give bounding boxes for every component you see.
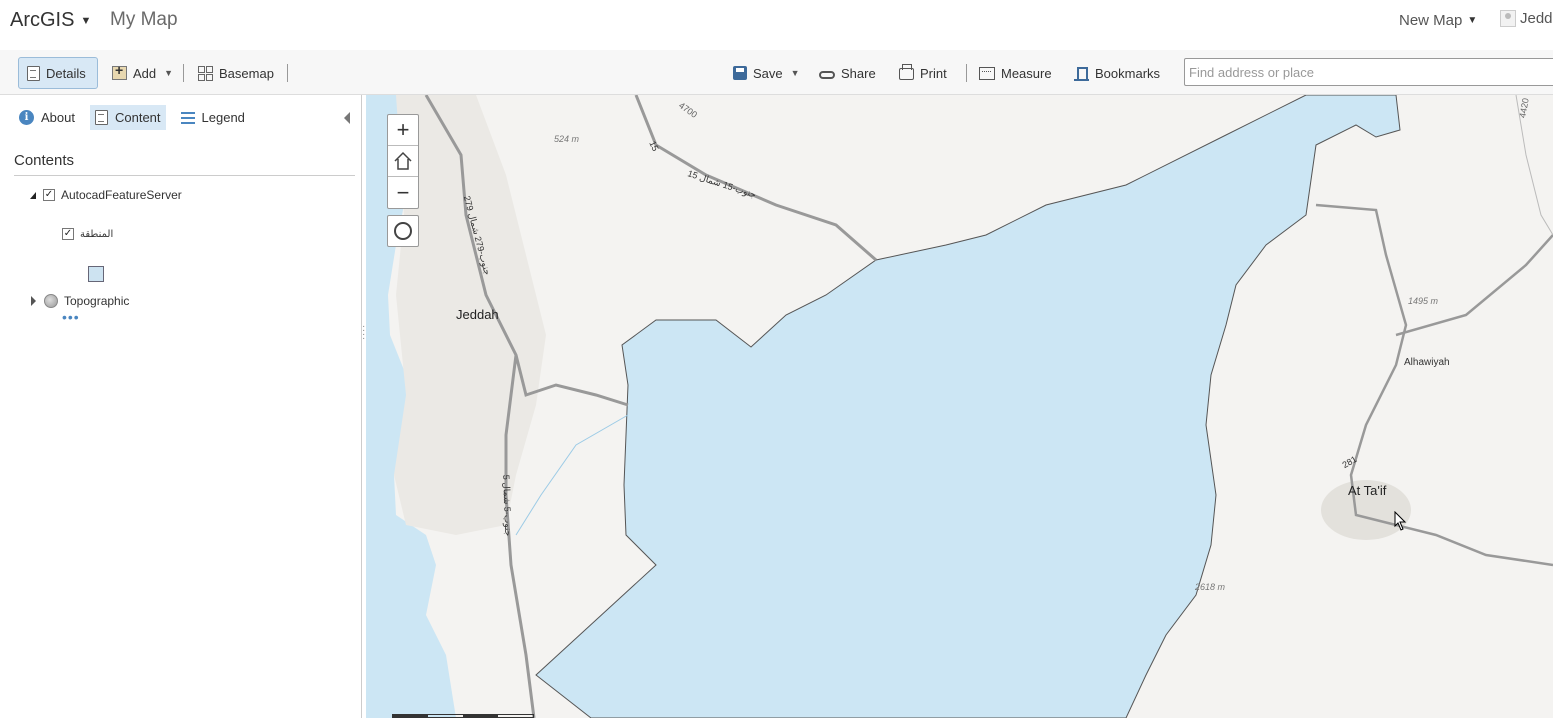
caret-down-icon: ▼ (164, 68, 174, 78)
home-icon (394, 151, 412, 170)
measure-label: Measure (1001, 65, 1052, 81)
tab-content[interactable]: Content (89, 105, 166, 130)
tab-legend-label: Legend (201, 110, 245, 125)
tab-about-label: About (41, 110, 75, 125)
layer-name: Topographic (64, 294, 130, 308)
locate-crosshair-icon (394, 222, 412, 240)
details-label: Details (46, 65, 86, 81)
tab-legend[interactable]: Legend (176, 105, 250, 130)
top-header: ArcGIS ▼ My Map New Map ▼ Jedd (0, 0, 1553, 50)
share-label: Share (841, 65, 876, 81)
basemap-grid-icon (198, 65, 213, 81)
toolbar-divider (183, 64, 184, 82)
link-icon (819, 71, 835, 79)
basemap-button[interactable]: Basemap (190, 57, 282, 89)
user-name: Jedd (1520, 10, 1553, 27)
info-icon: i (19, 110, 34, 125)
bookmarks-label: Bookmarks (1095, 65, 1161, 81)
basemap-canvas (366, 95, 1553, 718)
region-polygon (535, 95, 1401, 718)
expand-triangle-icon[interactable] (30, 191, 36, 199)
tab-about[interactable]: i About (14, 105, 80, 130)
caret-down-icon: ▼ (1467, 15, 1478, 26)
sublayer-name: المنطقة (80, 228, 114, 240)
legend-swatch (88, 266, 104, 282)
collapse-panel-icon[interactable] (344, 112, 350, 124)
user-menu[interactable]: Jedd (1500, 10, 1553, 27)
document-icon (94, 110, 108, 125)
printer-icon (899, 64, 914, 80)
place-label-jeddah: Jeddah (456, 307, 499, 322)
document-icon (27, 65, 40, 81)
place-label-alhawiyah: Alhawiyah (1404, 357, 1450, 368)
toolbar-divider (966, 64, 967, 82)
zoom-out-button[interactable]: − (388, 177, 418, 208)
list-icon (180, 111, 195, 124)
road-label: 5 جنوب-5 شمال (501, 474, 514, 537)
divider (14, 175, 355, 176)
sublayer-visibility-checkbox[interactable]: ✓ (62, 228, 74, 240)
add-label: Add (133, 65, 157, 81)
add-layer-icon (112, 62, 127, 80)
map-view[interactable]: Jeddah At Ta'if Alhawiyah 524 m 1495 m 2… (366, 95, 1553, 718)
new-map-button[interactable]: New Map ▼ (1399, 12, 1477, 29)
scale-bar (392, 714, 534, 718)
road (634, 95, 877, 262)
panel-tabs: i About Content Legend (14, 105, 250, 130)
save-disk-icon (733, 66, 747, 80)
save-label: Save (753, 65, 783, 81)
new-map-label: New Map (1399, 12, 1463, 29)
share-button[interactable]: Share (811, 57, 884, 89)
basemap-label: Basemap (219, 65, 274, 81)
sublayer-row[interactable]: ✓ المنطقة (62, 228, 113, 240)
details-button[interactable]: Details (18, 57, 98, 89)
layer-row[interactable]: Topographic (31, 294, 129, 308)
ruler-icon (979, 66, 995, 80)
print-label: Print (920, 65, 947, 81)
arcgis-menu[interactable]: ArcGIS ▼ (10, 9, 91, 32)
map-title: My Map (110, 9, 178, 30)
tab-content-label: Content (114, 110, 161, 125)
layer-row[interactable]: ✓ AutocadFeatureServer (30, 188, 182, 202)
home-button[interactable] (388, 146, 418, 177)
caret-down-icon: ▼ (790, 68, 800, 78)
more-options-icon[interactable]: ••• (62, 310, 80, 324)
details-panel: i About Content Legend Contents ✓ Autoca… (0, 95, 362, 718)
print-button[interactable]: Print (891, 57, 955, 89)
locate-button[interactable] (387, 215, 419, 247)
elevation-label: 524 m (554, 134, 580, 144)
bookmarks-button[interactable]: Bookmarks (1066, 57, 1168, 89)
bookmark-icon (1074, 66, 1089, 81)
zoom-controls: + − (387, 114, 419, 209)
toolbar: Details Add ▼ Basemap Save ▼ Share Print… (0, 50, 1553, 95)
zoom-in-button[interactable]: + (388, 115, 418, 146)
stream (515, 414, 629, 536)
expand-triangle-icon[interactable] (31, 296, 36, 306)
layer-visibility-checkbox[interactable]: ✓ (43, 189, 55, 201)
mouse-cursor-icon (1394, 511, 1407, 531)
panel-resize-handle[interactable]: · · · · (362, 322, 365, 344)
layer-name: AutocadFeatureServer (61, 188, 182, 202)
elevation-label: 2618 m (1195, 582, 1226, 592)
basemap-globe-icon (44, 294, 58, 308)
place-label-taif: At Ta'if (1348, 483, 1387, 498)
elevation-label: 1495 m (1408, 296, 1439, 306)
toolbar-divider (287, 64, 288, 82)
search-input[interactable] (1184, 58, 1553, 86)
road (1395, 234, 1553, 337)
save-button[interactable]: Save ▼ (725, 57, 808, 89)
brand-label: ArcGIS (10, 9, 75, 31)
user-avatar-icon (1500, 10, 1516, 27)
measure-button[interactable]: Measure (971, 57, 1060, 89)
contents-heading: Contents (14, 152, 75, 169)
caret-down-icon: ▼ (80, 14, 92, 27)
add-button[interactable]: Add ▼ (104, 57, 181, 89)
